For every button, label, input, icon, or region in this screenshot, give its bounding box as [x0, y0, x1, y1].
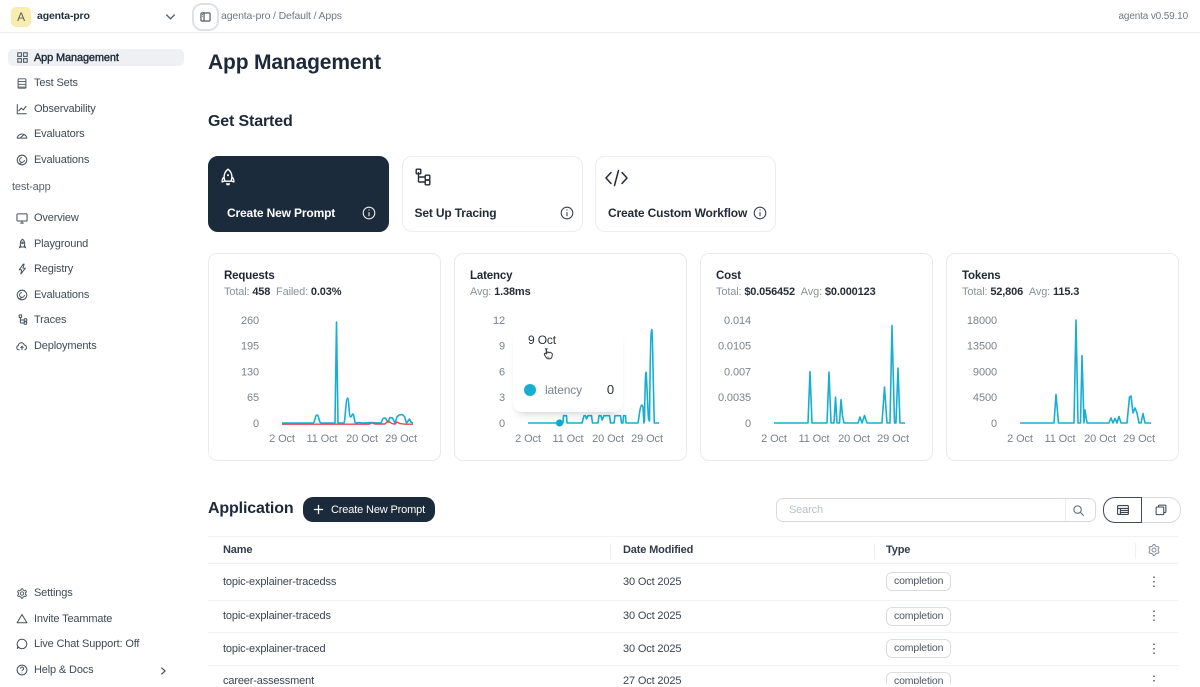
svg-text:2 Oct: 2 Oct	[1007, 433, 1033, 445]
svg-text:20 Oct: 20 Oct	[346, 433, 378, 445]
svg-text:11 Oct: 11 Oct	[307, 433, 338, 445]
svg-text:11 Oct: 11 Oct	[1045, 433, 1076, 445]
svg-text:20 Oct: 20 Oct	[592, 433, 624, 445]
svg-text:130: 130	[241, 366, 259, 378]
svg-text:2 Oct: 2 Oct	[269, 433, 295, 445]
svg-text:0.0035: 0.0035	[718, 392, 751, 404]
svg-text:0: 0	[745, 418, 751, 430]
svg-text:9000: 9000	[973, 366, 997, 378]
svg-text:0: 0	[253, 418, 259, 430]
svg-text:13500: 13500	[967, 341, 997, 353]
svg-text:2 Oct: 2 Oct	[761, 433, 787, 445]
svg-text:65: 65	[247, 392, 259, 404]
svg-text:29 Oct: 29 Oct	[877, 433, 909, 445]
svg-text:20 Oct: 20 Oct	[838, 433, 870, 445]
svg-text:195: 195	[241, 341, 259, 353]
svg-text:9: 9	[499, 341, 505, 353]
svg-text:12: 12	[493, 315, 505, 327]
svg-text:18000: 18000	[967, 315, 997, 327]
svg-text:0: 0	[991, 418, 997, 430]
svg-text:29 Oct: 29 Oct	[385, 433, 417, 445]
svg-text:0.014: 0.014	[724, 315, 751, 327]
svg-text:6: 6	[499, 366, 505, 378]
svg-text:11 Oct: 11 Oct	[553, 433, 584, 445]
svg-text:0.0105: 0.0105	[718, 341, 751, 353]
svg-text:260: 260	[241, 315, 259, 327]
svg-text:4500: 4500	[973, 392, 997, 404]
svg-text:20 Oct: 20 Oct	[1084, 433, 1116, 445]
svg-text:2 Oct: 2 Oct	[515, 433, 541, 445]
svg-text:0.007: 0.007	[724, 366, 751, 378]
svg-text:3: 3	[499, 392, 505, 404]
svg-text:0: 0	[499, 418, 505, 430]
svg-text:29 Oct: 29 Oct	[631, 433, 663, 445]
svg-text:29 Oct: 29 Oct	[1123, 433, 1155, 445]
svg-text:11 Oct: 11 Oct	[799, 433, 830, 445]
